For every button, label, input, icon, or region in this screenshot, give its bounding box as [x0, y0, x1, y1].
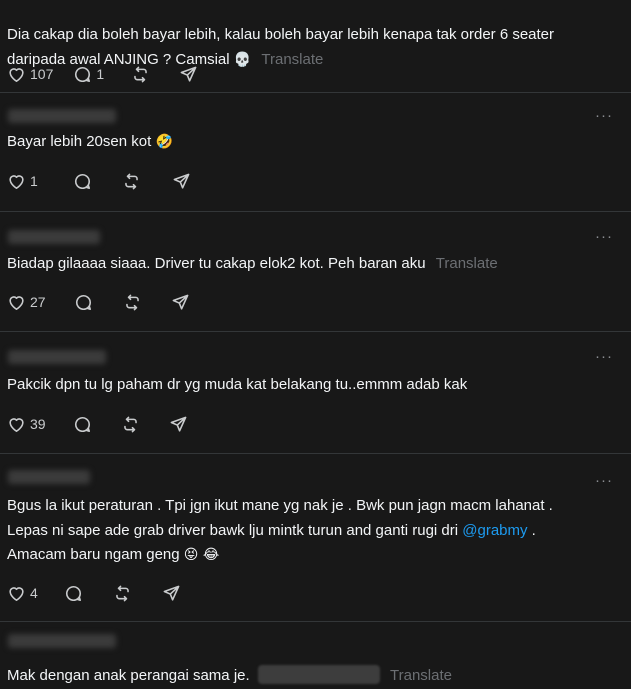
- like-count: 107: [30, 66, 54, 82]
- post-4: ··· Pakcik dpn tu lg paham dr yg muda ka…: [0, 332, 631, 453]
- comment-icon: [75, 66, 91, 82]
- post-text: Bayar lebih 20sen kot 🤣: [7, 133, 173, 150]
- like-button[interactable]: 1: [7, 172, 38, 191]
- username-blurred: [8, 350, 106, 364]
- send-icon: [173, 173, 190, 189]
- share-button[interactable]: [179, 65, 198, 84]
- username-blurred: [8, 109, 116, 123]
- post-6: Mak dengan anak perangai sama je. Transl…: [0, 622, 631, 685]
- share-button[interactable]: [169, 415, 188, 434]
- like-button[interactable]: 107: [7, 65, 53, 84]
- comment-icon: [75, 294, 91, 310]
- reply-count: 1: [96, 66, 105, 82]
- repost-button[interactable]: [121, 415, 140, 434]
- laughing-emoji: 😝 😂: [183, 547, 220, 563]
- post-text: Bgus la ikut peraturan . Tpi jgn ikut ma…: [7, 497, 553, 563]
- repost-icon: [115, 585, 129, 601]
- translate-link[interactable]: Translate: [261, 51, 323, 68]
- translate-link[interactable]: Translate: [390, 667, 452, 684]
- post-5: ··· Bgus la ikut peraturan . Tpi jgn iku…: [0, 454, 631, 621]
- repost-icon: [134, 66, 147, 82]
- post-text: Pakcik dpn tu lg paham dr yg muda kat be…: [7, 376, 468, 393]
- send-icon: [163, 585, 180, 601]
- comment-icon: [74, 173, 90, 189]
- like-button[interactable]: 39: [7, 415, 46, 434]
- repost-icon: [123, 416, 137, 432]
- reply-button[interactable]: [73, 172, 92, 191]
- translate-link[interactable]: Translate: [436, 255, 498, 272]
- more-options-button[interactable]: ···: [595, 473, 613, 488]
- post-3: ··· Biadap gilaaaa siaaa. Driver tu caka…: [0, 212, 631, 331]
- heart-icon: [9, 417, 24, 432]
- post-1: Dia cakap dia boleh bayar lebih, kalau b…: [0, 0, 631, 92]
- post-actions: 4: [7, 583, 181, 603]
- rofl-emoji: 🤣: [155, 134, 173, 150]
- comment-icon: [74, 416, 90, 432]
- post-actions: 1: [7, 171, 191, 191]
- like-count: 4: [30, 585, 38, 601]
- send-icon: [172, 294, 188, 310]
- like-button[interactable]: 4: [7, 584, 38, 603]
- reply-button[interactable]: [74, 293, 93, 312]
- heart-icon: [9, 67, 24, 82]
- redacted-text: [257, 665, 380, 684]
- more-options-button[interactable]: ···: [595, 349, 613, 364]
- repost-button[interactable]: [113, 584, 132, 603]
- reply-button[interactable]: [73, 415, 92, 434]
- username-blurred: [8, 470, 90, 484]
- like-count: 1: [30, 173, 38, 189]
- like-count: 39: [30, 416, 46, 432]
- skull-emoji: 💀: [233, 51, 252, 68]
- share-button[interactable]: [172, 172, 191, 191]
- post-actions: 107 1: [7, 64, 198, 84]
- like-button[interactable]: 27: [7, 293, 46, 312]
- username-blurred: [8, 634, 116, 648]
- heart-icon: [9, 174, 24, 189]
- post-text: Biadap gilaaaa siaaa. Driver tu cakap el…: [7, 255, 498, 272]
- mention-link[interactable]: @grabmy: [462, 522, 527, 539]
- username-blurred: [8, 230, 100, 244]
- more-options-button[interactable]: ···: [595, 229, 613, 244]
- repost-icon: [124, 173, 138, 189]
- post-2: ··· Bayar lebih 20sen kot 🤣 1: [0, 93, 631, 211]
- like-count: 27: [30, 294, 46, 310]
- repost-button[interactable]: [122, 172, 141, 191]
- comment-icon: [65, 585, 81, 601]
- send-icon: [170, 416, 186, 432]
- reply-button[interactable]: [64, 584, 83, 603]
- repost-button[interactable]: [131, 65, 150, 84]
- share-button[interactable]: [162, 584, 181, 603]
- more-options-button[interactable]: ···: [595, 108, 613, 123]
- repost-icon: [125, 294, 139, 310]
- send-icon: [180, 66, 197, 82]
- reply-button[interactable]: 1: [73, 65, 104, 84]
- repost-button[interactable]: [123, 293, 142, 312]
- post-actions: 27: [7, 292, 190, 312]
- heart-icon: [9, 295, 24, 310]
- post-actions: 39: [7, 414, 188, 434]
- heart-icon: [9, 586, 24, 601]
- share-button[interactable]: [171, 293, 190, 312]
